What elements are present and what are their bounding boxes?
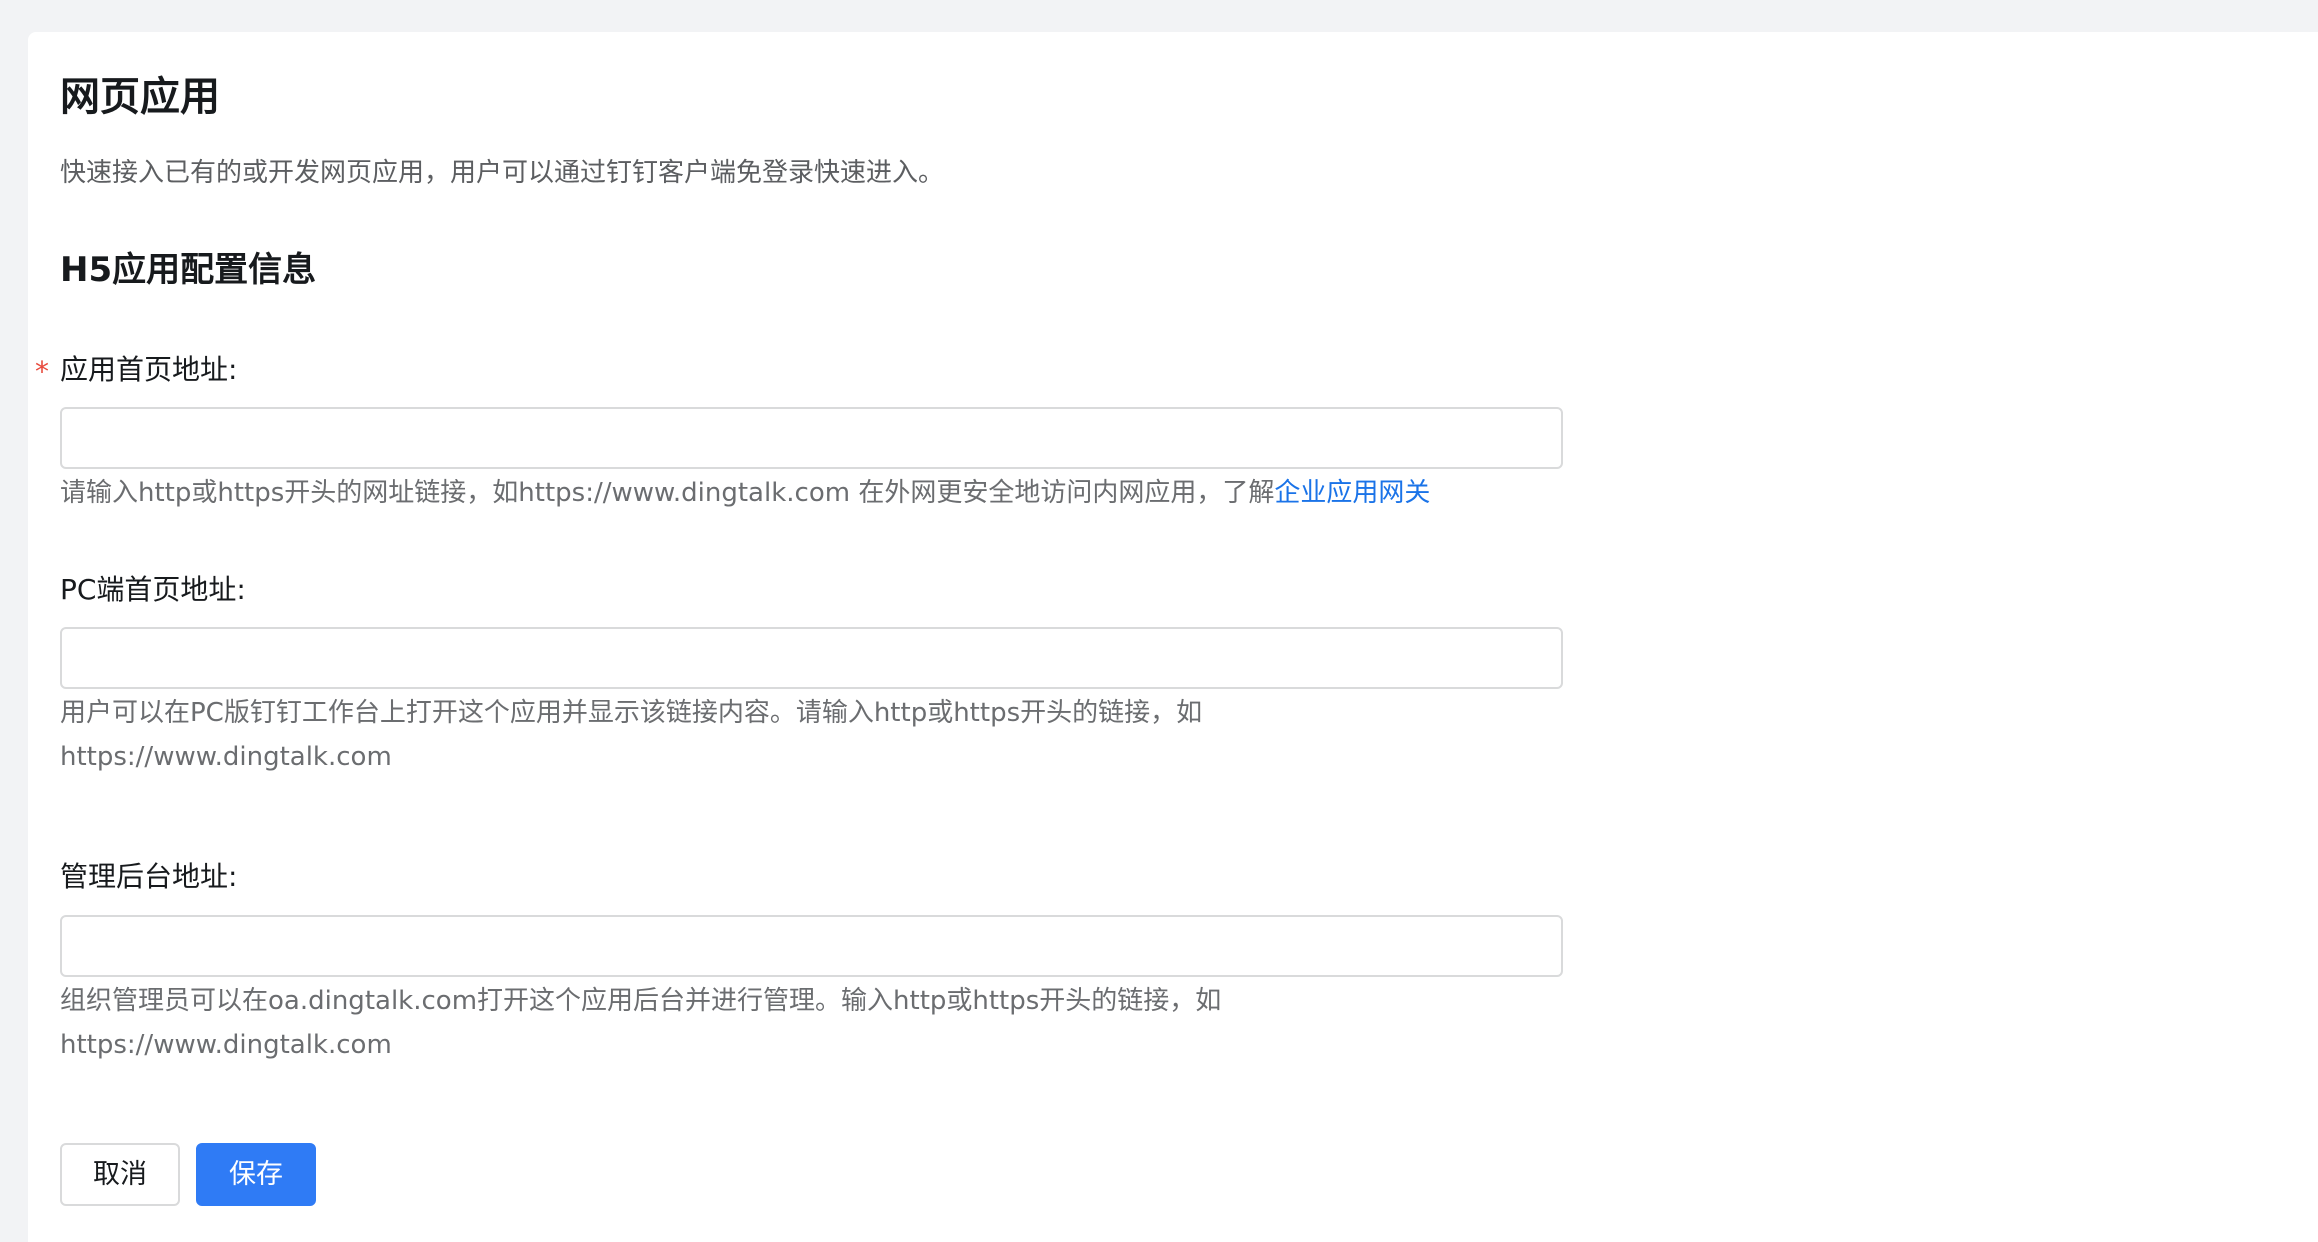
pc-homepage-url-label: PC端首页地址:	[60, 573, 246, 606]
homepage-url-label: 应用首页地址:	[60, 353, 238, 386]
page-title: 网页应用	[60, 74, 220, 120]
save-button[interactable]: 保存	[196, 1143, 316, 1206]
pc-homepage-url-help: 用户可以在PC版钉钉工作台上打开这个应用并显示该链接内容。请输入http或htt…	[60, 698, 1203, 772]
homepage-url-help: 请输入http或https开头的网址链接，如https://www.dingta…	[60, 471, 1430, 515]
homepage-url-help-text: 请输入http或https开头的网址链接，如https://www.dingta…	[60, 478, 1275, 508]
admin-url-help: 组织管理员可以在oa.dingtalk.com打开这个应用后台并进行管理。输入h…	[60, 986, 1222, 1060]
pc-homepage-url-input[interactable]	[60, 627, 1563, 689]
admin-url-label: 管理后台地址:	[60, 860, 238, 893]
admin-url-input[interactable]	[60, 915, 1563, 977]
section-title: H5应用配置信息	[60, 250, 317, 290]
homepage-url-input[interactable]	[60, 407, 1563, 469]
required-asterisk: *	[35, 355, 49, 388]
enterprise-gateway-link[interactable]: 企业应用网关	[1274, 478, 1430, 508]
page-description: 快速接入已有的或开发网页应用，用户可以通过钉钉客户端免登录快速进入。	[60, 158, 945, 188]
cancel-button[interactable]: 取消	[60, 1143, 180, 1206]
